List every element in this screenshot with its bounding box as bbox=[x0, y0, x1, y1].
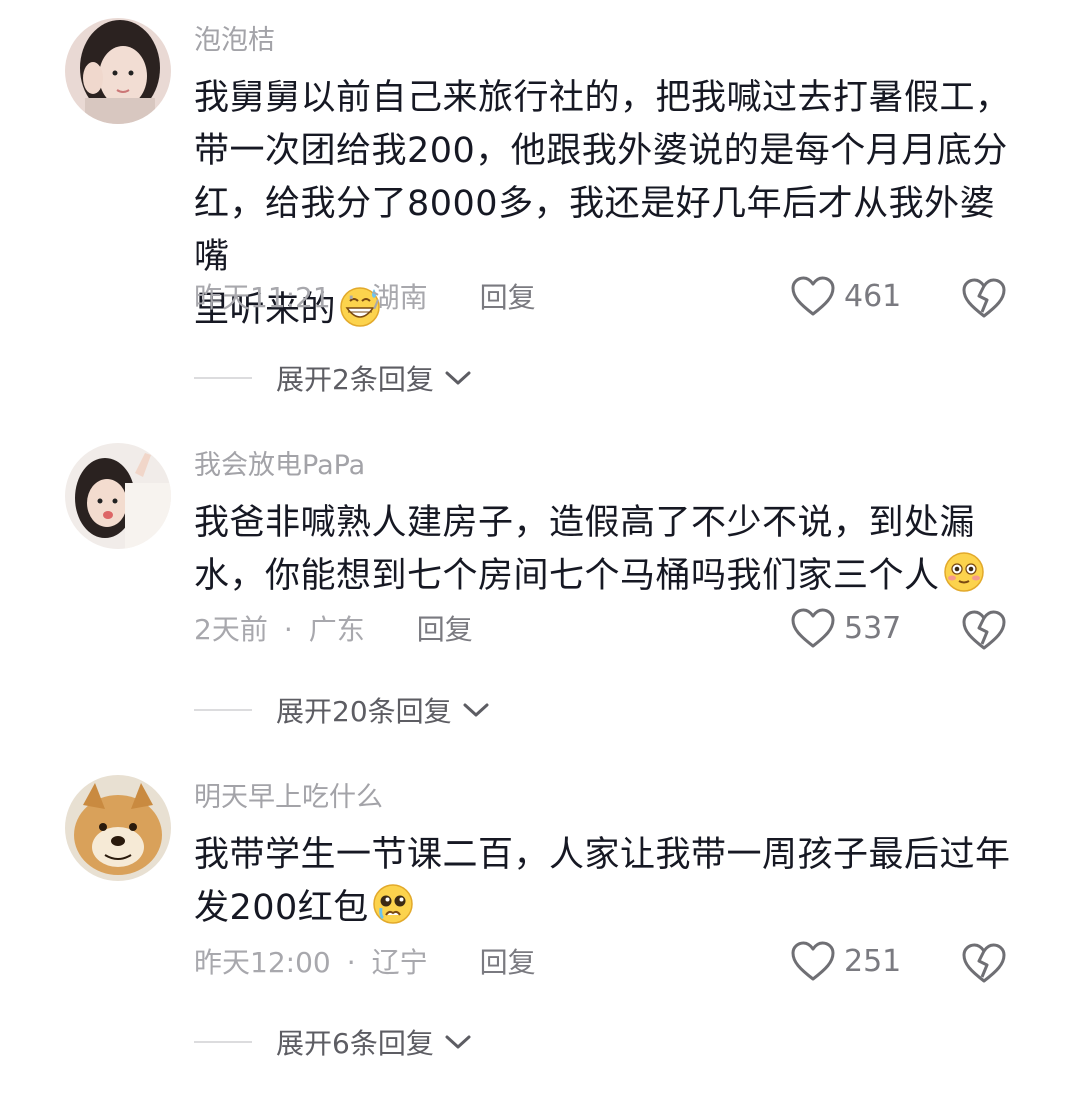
like-count: 251 bbox=[844, 943, 902, 979]
expand-replies-label: 展开2条回复 bbox=[276, 363, 434, 396]
comment-meta: 2天前 · 广东 回复 bbox=[194, 612, 473, 648]
chevron-down-icon bbox=[445, 1035, 471, 1049]
avatar[interactable] bbox=[65, 443, 171, 549]
meta-separator: · bbox=[346, 946, 356, 979]
chevron-down-icon bbox=[463, 703, 489, 717]
divider-line bbox=[194, 1041, 252, 1043]
expand-replies-button[interactable]: 展开2条回复 bbox=[194, 358, 472, 398]
username[interactable]: 泡泡桔 bbox=[194, 24, 275, 58]
pleading-emoji bbox=[373, 884, 413, 924]
divider-line bbox=[194, 709, 252, 711]
like-button[interactable]: 461 bbox=[790, 275, 901, 317]
broken-heart-icon[interactable] bbox=[960, 276, 1008, 320]
heart-outline-icon bbox=[791, 941, 835, 981]
like-button[interactable]: 251 bbox=[790, 940, 901, 982]
avatar[interactable] bbox=[65, 775, 171, 881]
broken-heart-icon[interactable] bbox=[960, 608, 1008, 652]
location: 广东 bbox=[308, 613, 365, 646]
flushed-emoji bbox=[943, 552, 984, 592]
heart-outline-icon bbox=[791, 608, 835, 648]
avatar[interactable] bbox=[65, 18, 171, 124]
expand-replies-button[interactable]: 展开20条回复 bbox=[194, 690, 490, 730]
like-count: 537 bbox=[844, 610, 902, 646]
expand-replies-button[interactable]: 展开6条回复 bbox=[194, 1022, 472, 1062]
chevron-down-icon bbox=[445, 371, 471, 385]
username[interactable]: 明天早上吃什么 bbox=[194, 781, 383, 815]
location: 辽宁 bbox=[371, 946, 428, 979]
like-button[interactable]: 537 bbox=[790, 607, 901, 649]
reply-button[interactable]: 回复 bbox=[480, 281, 536, 314]
timestamp: 2天前 bbox=[194, 613, 268, 646]
comment-meta: 昨天12:00 · 辽宁 回复 bbox=[194, 945, 536, 981]
timestamp: 昨天12:00 bbox=[194, 946, 331, 979]
username[interactable]: 我会放电PaPa bbox=[194, 449, 365, 483]
heart-outline-icon bbox=[791, 276, 835, 316]
comment-text: 我带学生一节课二百，人家让我带一周孩子最后过年 发200红包 bbox=[194, 835, 1011, 928]
expand-replies-label: 展开6条回复 bbox=[276, 1027, 434, 1060]
reply-button[interactable]: 回复 bbox=[480, 946, 536, 979]
timestamp: 昨天11:21 bbox=[194, 281, 331, 314]
broken-heart-icon[interactable] bbox=[960, 941, 1008, 985]
reply-button[interactable]: 回复 bbox=[417, 613, 473, 646]
comment-meta: 昨天11:21 · 湖南 回复 bbox=[194, 280, 536, 316]
divider-line bbox=[194, 377, 252, 379]
location: 湖南 bbox=[371, 281, 428, 314]
meta-separator: · bbox=[346, 281, 356, 314]
meta-separator: · bbox=[283, 613, 293, 646]
expand-replies-label: 展开20条回复 bbox=[276, 695, 452, 728]
like-count: 461 bbox=[844, 278, 902, 314]
comment-text: 我爸非喊熟人建房子，造假高了不少不说，到处漏 水，你能想到七个房间七个马桶吗我们… bbox=[194, 497, 1024, 603]
